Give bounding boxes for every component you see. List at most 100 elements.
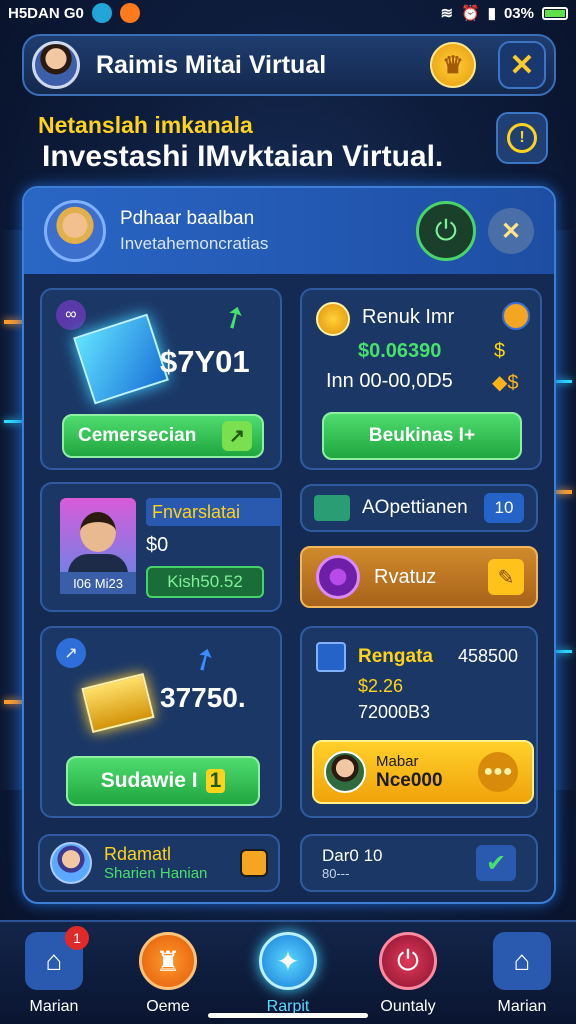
gold-value: 37750. <box>160 682 246 713</box>
rengata-number: 458500 <box>458 646 519 666</box>
check-icon: ✔ <box>476 845 516 881</box>
subtitle-line1: Netanslah imkanala <box>38 112 253 138</box>
rengata-title: Rengata <box>358 646 433 667</box>
nav-badge: 1 <box>65 926 89 950</box>
pin-icon: ↗ <box>56 638 86 668</box>
rengata-value-1: $2.26 <box>358 676 404 696</box>
ravatuz-button[interactable]: Rvatuz ✎ <box>300 546 538 608</box>
options-count: 10 <box>484 493 524 523</box>
ticket-icon <box>314 495 350 521</box>
close-icon: ✕ <box>500 217 522 245</box>
battery-percent: 03% <box>503 4 534 22</box>
crypto-button-label: Cemersecian <box>78 425 197 446</box>
nav-item-quality[interactable]: ⏻ Ountaly <box>368 932 448 1016</box>
trophy-icon: ♜ <box>139 932 197 990</box>
crown-button[interactable]: ♛ <box>430 42 476 88</box>
home-indicator[interactable] <box>208 1013 368 1018</box>
crown-icon: ♛ <box>442 51 464 79</box>
link-icon: ∞ <box>56 300 86 330</box>
edit-icon: ✎ <box>488 559 524 595</box>
crypto-value: $7Y01 <box>160 344 250 379</box>
notice-avatar <box>44 200 106 262</box>
notification-icon-2 <box>119 3 140 23</box>
badge-icon <box>502 302 530 330</box>
mabar-button[interactable]: Mabar Nce000 ●●● <box>312 740 534 804</box>
gold-button-icon: 1 <box>205 769 226 793</box>
info-button[interactable]: ! <box>496 112 548 164</box>
status-text: H5DAN G0 <box>8 4 84 22</box>
notice-banner: Pdhaar baalban Invetahemoncratias ⏻ ✕ <box>24 188 554 274</box>
calculator-icon <box>316 642 346 672</box>
power-button[interactable]: ⏻ <box>416 201 476 261</box>
bonus-action-button[interactable]: Beukinas I+ <box>322 412 522 460</box>
mabar-title: Mabar <box>376 752 419 770</box>
avatar[interactable] <box>32 41 80 89</box>
notice-subtitle: Invetahemoncratias <box>120 234 269 253</box>
arrow-up-icon: ➚ <box>215 296 254 339</box>
main-panel: Pdhaar baalban Invetahemoncratias ⏻ ✕ ∞ … <box>22 186 556 904</box>
wifi-icon: ≋ <box>440 5 454 22</box>
battery-icon <box>542 6 568 20</box>
home-icon: ⌂ 1 <box>25 926 89 990</box>
close-button[interactable]: ✕ <box>498 41 546 89</box>
bottom-left-card[interactable]: Rdamatl Sharien Hanian <box>38 834 280 892</box>
alarm-icon: ⏰ <box>461 5 480 22</box>
notification-icon <box>91 3 112 23</box>
gold-button-label: Sudawie I <box>100 769 198 792</box>
mabar-value: Nce000 <box>376 769 443 791</box>
coins-icon: ◆$ <box>492 372 519 394</box>
bottom-right-card[interactable]: Dar0 10 80--- ✔ <box>300 834 538 892</box>
bonus-title: Renuk Imr <box>362 306 455 328</box>
bonus-card: Renuk Imr $0.06390 $ Inn 00-00,0D5 ◆$ Be… <box>300 288 542 470</box>
rengata-card: Rengata 458500 $2.26 72000B3 Mabar Nce00… <box>300 626 538 818</box>
notice-title: Pdhaar baalban <box>120 208 255 229</box>
dollar-icon: $ <box>494 340 506 362</box>
status-bar: H5DAN G0 ≋ ⏰ ▮ 03% <box>0 0 576 26</box>
power-icon: ⏻ <box>379 932 437 990</box>
nav-item-rapit[interactable]: ✦ Rarpit <box>248 932 328 1016</box>
signal-icon: ▮ <box>487 5 496 22</box>
gold-bar-icon <box>81 672 155 734</box>
crypto-action-button[interactable]: Cemersecian ↗ <box>62 414 264 458</box>
profile-badge: I06 Mi23 <box>60 572 136 594</box>
home-icon: ⌂ <box>493 932 551 990</box>
nav-label: Marian <box>497 998 547 1015</box>
app-header: Raimis Mitai Virtual ♛ ✕ <box>22 34 556 96</box>
nav-label: Marian <box>29 998 79 1015</box>
trend-icon: ↗ <box>222 421 252 451</box>
bottom-right-title: Dar0 10 <box>322 845 383 865</box>
arrow-up-icon-2: ➚ <box>185 638 224 681</box>
ravatuz-label: Rvatuz <box>374 565 437 588</box>
nav-item-home-2[interactable]: ⌂ Marian <box>482 932 562 1016</box>
crystal-icon <box>73 313 169 405</box>
crypto-card: ∞ ➚ $7Y01 Cemersecian ↗ <box>40 288 282 470</box>
nav-item-home[interactable]: ⌂ 1 Marian <box>14 926 94 1016</box>
nav-label: Oeme <box>146 998 190 1015</box>
bottom-navigation: ⌂ 1 Marian ♜ Oeme ✦ Rarpit ⏻ Ountaly ⌂ M… <box>0 920 576 1024</box>
power-icon: ⏻ <box>434 214 458 246</box>
bonus-value-1: $0.06390 <box>358 340 442 362</box>
user-avatar <box>50 842 92 884</box>
rengata-value-2: 72000B3 <box>358 702 431 722</box>
nav-item-game[interactable]: ♜ Oeme <box>128 932 208 1016</box>
options-row[interactable]: AOpettianen 10 <box>300 484 538 532</box>
profile-title: Fnvarslatai <box>146 498 282 526</box>
coin-icon <box>316 302 350 336</box>
gold-action-button[interactable]: Sudawie I 1 <box>66 756 260 806</box>
bottom-left-title: Rdamatl <box>104 844 172 864</box>
profile-stat: Kish50.52 <box>146 566 264 598</box>
subtitle-line2: Investashi IMvktaian Virtual. <box>42 140 444 173</box>
nav-label: Ountaly <box>380 998 436 1015</box>
chat-icon: ✦ <box>259 932 317 990</box>
options-label: AOpettianen <box>362 497 468 518</box>
mabar-avatar <box>324 751 366 793</box>
page-title: Raimis Mitai Virtual <box>96 50 327 79</box>
dismiss-button[interactable]: ✕ <box>488 208 534 254</box>
record-icon <box>240 849 268 877</box>
close-icon: ✕ <box>509 48 535 82</box>
bonus-button-label: Beukinas I+ <box>368 425 476 446</box>
bottom-right-subtitle: 80--- <box>322 865 350 881</box>
profile-card: Fnvarslatai $0 I06 Mi23 Kish50.52 <box>40 482 282 612</box>
gold-card: ↗ ➚ 37750. Sudawie I 1 <box>40 626 282 818</box>
target-icon <box>316 555 360 599</box>
